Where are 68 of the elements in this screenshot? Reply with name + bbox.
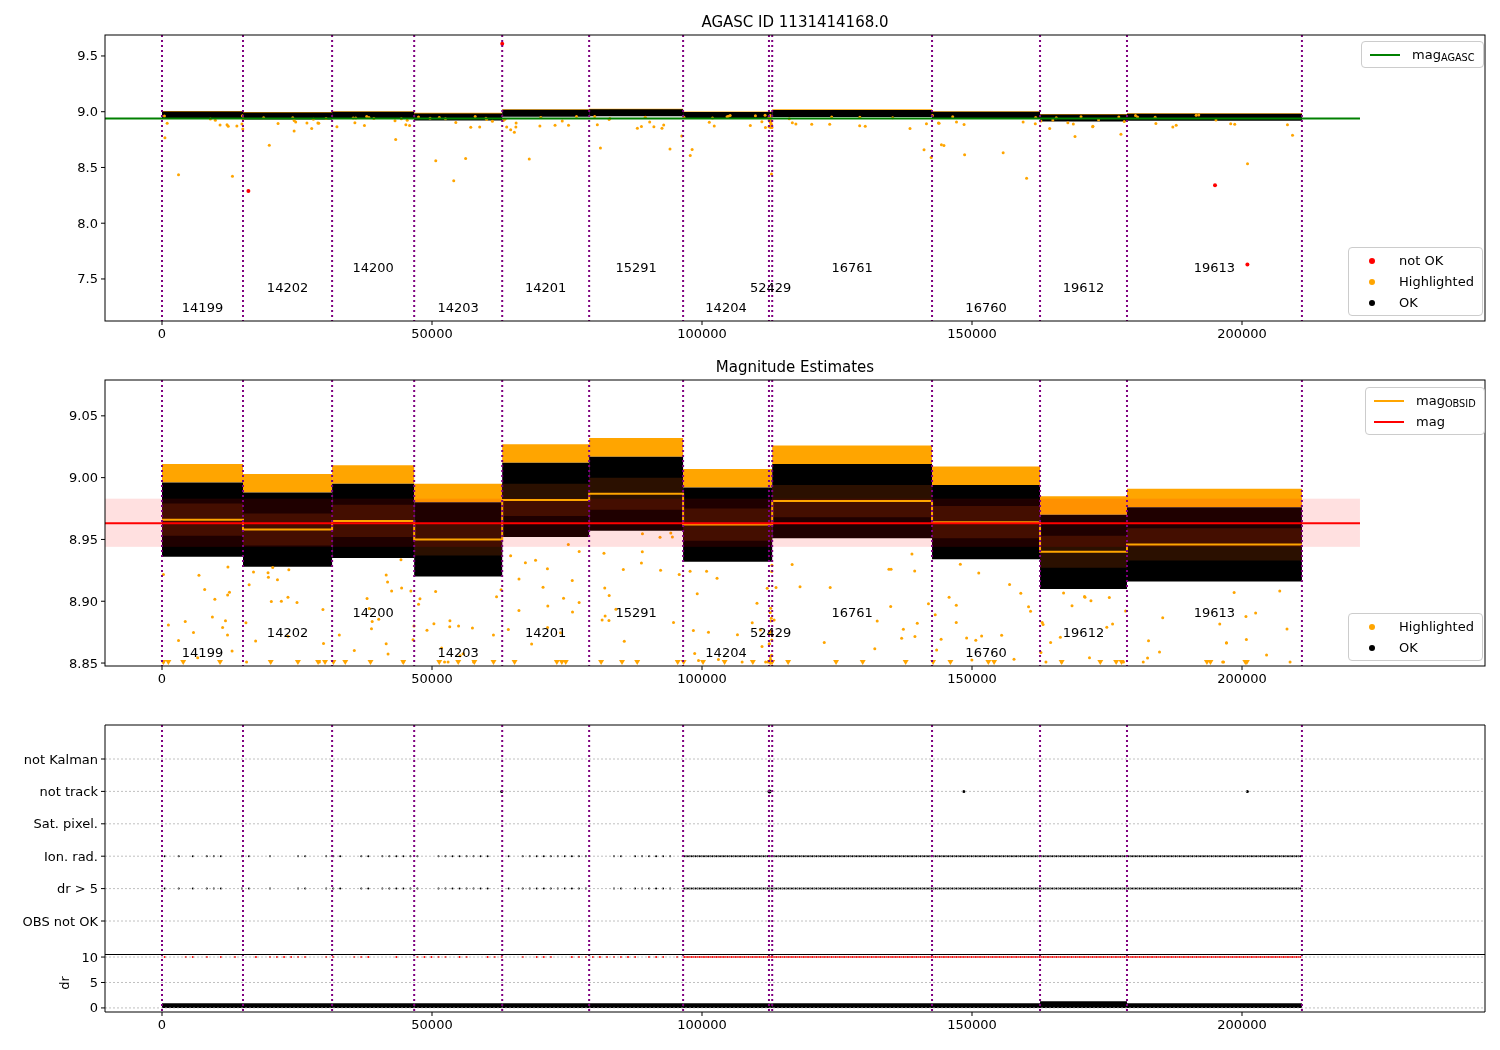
legend-label: mag$_{OBSID}$ xyxy=(1416,391,1476,411)
obsid-label: 14203 xyxy=(437,645,479,660)
legend-label: OK xyxy=(1399,638,1418,657)
obsid-label: 14199 xyxy=(181,645,224,660)
obsid-label: 15291 xyxy=(615,605,657,620)
x-tick-label: 150000 xyxy=(947,1017,997,1032)
obsid-label: 14203 xyxy=(437,300,479,315)
x-tick-label: 50000 xyxy=(411,671,453,686)
x-tick-label: 200000 xyxy=(1217,1017,1267,1032)
obsid-label: 15291 xyxy=(615,260,657,275)
obsid-label: 16760 xyxy=(965,645,1007,660)
y-axis-label: dr xyxy=(57,976,72,990)
y-tick-label: 0 xyxy=(89,1000,98,1016)
y-tick-label: 9.5 xyxy=(77,48,98,64)
obsid-label: 19613 xyxy=(1193,260,1236,275)
x-tick-label: 50000 xyxy=(411,326,453,341)
obsid-label: 16761 xyxy=(831,605,873,620)
obsid-label: 14199 xyxy=(181,300,224,315)
legend-label: Highlighted xyxy=(1399,617,1474,636)
y-tick-label: Sat. pixel. xyxy=(33,816,98,832)
x-tick-label: 150000 xyxy=(947,671,997,686)
legend-label: not OK xyxy=(1399,251,1444,270)
y-tick-label: dr > 5 xyxy=(56,881,98,897)
y-tick-label: not Kalman xyxy=(23,751,98,767)
x-tick-label: 0 xyxy=(157,326,167,341)
obsid-label: 14200 xyxy=(352,605,394,620)
obsid-label: 52429 xyxy=(749,280,792,295)
y-tick-label: 8.85 xyxy=(69,655,98,671)
x-tick-label: 0 xyxy=(157,1017,167,1032)
obsid-label: 14200 xyxy=(352,260,394,275)
chart-title: Magnitude Estimates xyxy=(715,358,875,376)
y-tick-label: 9.0 xyxy=(77,104,98,120)
y-tick-label: 10 xyxy=(81,949,98,965)
y-tick-label: Ion. rad. xyxy=(44,848,98,864)
x-tick-label: 100000 xyxy=(677,326,727,341)
obsid-label: 14201 xyxy=(525,280,567,295)
y-tick-label: 8.0 xyxy=(77,215,98,231)
obsid-label: 16761 xyxy=(831,260,873,275)
y-tick-label: OBS not OK xyxy=(22,913,98,929)
x-tick-label: 0 xyxy=(157,671,167,686)
x-tick-label: 200000 xyxy=(1217,326,1267,341)
x-tick-label: 50000 xyxy=(411,1017,453,1032)
chart-title: AGASC ID 1131414168.0 xyxy=(701,13,889,31)
legend-label: mag$_{AGASC}$ xyxy=(1412,45,1475,65)
x-tick-label: 150000 xyxy=(947,326,997,341)
obsid-label: 19612 xyxy=(1062,625,1105,640)
x-tick-label: 100000 xyxy=(677,1017,727,1032)
x-tick-label: 100000 xyxy=(677,671,727,686)
obsid-label: 19612 xyxy=(1062,280,1105,295)
y-tick-label: not track xyxy=(39,783,98,799)
obsid-label: 16760 xyxy=(965,300,1007,315)
legend-label: Highlighted xyxy=(1399,272,1474,291)
legend-label: OK xyxy=(1399,293,1418,312)
obsid-label: 14201 xyxy=(525,625,567,640)
y-tick-label: 8.90 xyxy=(69,593,98,609)
x-tick-label: 200000 xyxy=(1217,671,1267,686)
y-tick-label: 7.5 xyxy=(77,271,98,287)
legend-label: mag xyxy=(1416,412,1445,431)
y-tick-label: 8.95 xyxy=(69,531,98,547)
y-tick-label: 9.05 xyxy=(69,408,98,424)
y-tick-label: 8.5 xyxy=(77,159,98,175)
obsid-label: 14202 xyxy=(266,625,309,640)
obsid-label: 14202 xyxy=(266,280,309,295)
y-tick-label: 5 xyxy=(89,975,98,990)
obsid-label: 19613 xyxy=(1193,605,1236,620)
obsid-label: 14204 xyxy=(705,645,747,660)
y-tick-label: 9.00 xyxy=(69,470,98,486)
obsid-label: 14204 xyxy=(705,300,747,315)
